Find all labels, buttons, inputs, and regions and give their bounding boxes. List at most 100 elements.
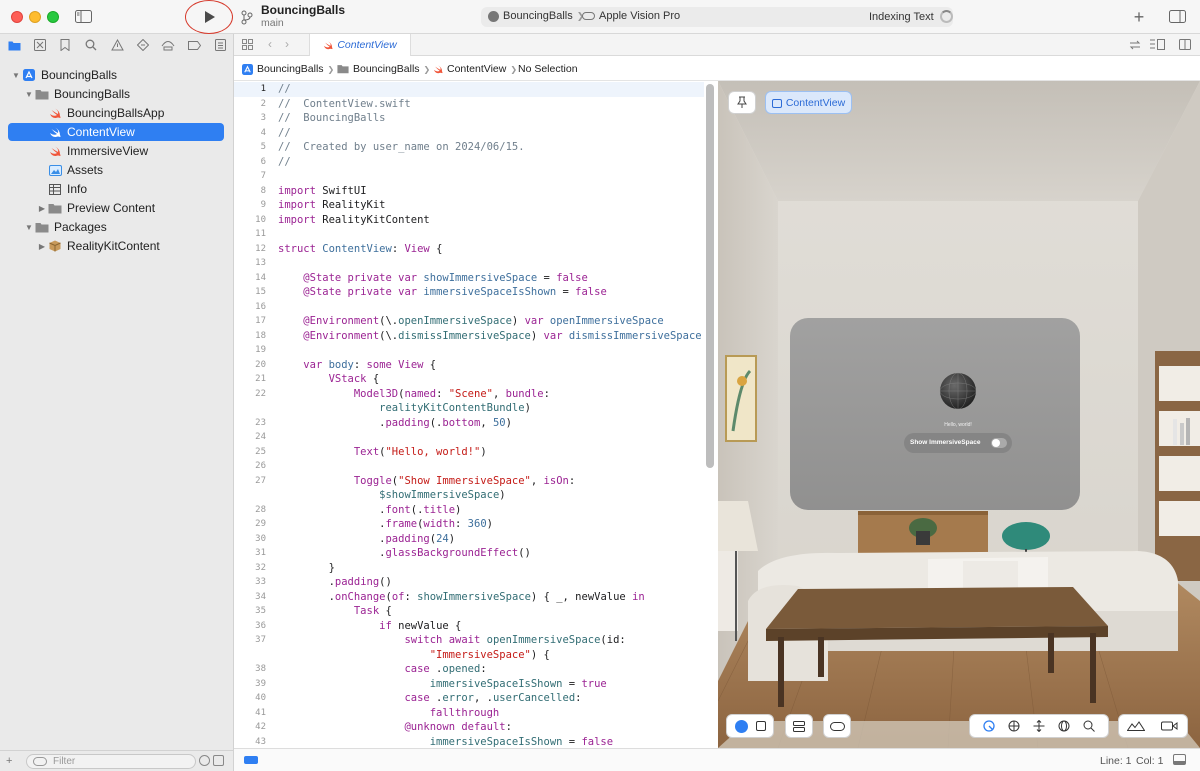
orbit-icon[interactable] bbox=[1008, 720, 1020, 732]
nav-item-preview-content[interactable]: ▶ Preview Content bbox=[8, 199, 224, 217]
add-plus-icon[interactable]: + bbox=[1131, 7, 1147, 27]
nav-item-contentview[interactable]: ContentView bbox=[8, 123, 224, 141]
selectable-preview-icon[interactable] bbox=[755, 721, 766, 731]
breadcrumb-symbol[interactable]: No Selection bbox=[518, 63, 578, 75]
swift-file-icon bbox=[324, 40, 333, 49]
branch-icon bbox=[240, 9, 254, 25]
line-number: 6 bbox=[260, 156, 266, 167]
nav-item-assets[interactable]: Assets bbox=[8, 161, 224, 179]
breadcrumb-label: ContentView bbox=[447, 63, 507, 75]
source-control-filter-icon[interactable] bbox=[213, 755, 224, 766]
line-number: 26 bbox=[255, 461, 266, 471]
nav-item-label: Preview Content bbox=[67, 201, 156, 215]
line-number: 33 bbox=[255, 577, 266, 587]
source-editor[interactable]: 1 2 3 4 5 6 7 8 9 10 11 12 13 14 15 16 17 18 19 20 21 22 23 24 2… bbox=[234, 81, 718, 748]
nav-item-realitykitcontent[interactable]: ▶ RealityKitContent bbox=[8, 237, 224, 255]
line-number: 5 bbox=[260, 142, 266, 152]
editor-status-bar: Line: 1 Col: 1 bbox=[234, 748, 1200, 771]
nav-item-group[interactable]: ▼ BouncingBalls bbox=[8, 85, 224, 103]
split-arrows-icon[interactable] bbox=[1129, 39, 1141, 53]
debug-gauge-icon[interactable] bbox=[161, 38, 175, 52]
nav-item-label: Packages bbox=[54, 220, 107, 234]
disclosure-closed-icon[interactable]: ▶ bbox=[36, 242, 48, 251]
editor-tab-bar: ‹ › ContentView bbox=[234, 34, 1200, 56]
test-diamond-icon[interactable] bbox=[136, 38, 150, 52]
toggle-inspector-icon[interactable] bbox=[1168, 9, 1187, 24]
line-number: 21 bbox=[255, 374, 266, 384]
find-magnifier-icon[interactable] bbox=[84, 38, 98, 52]
package-icon bbox=[48, 240, 62, 252]
bookmark-icon[interactable] bbox=[58, 38, 72, 52]
navigate-back-chevron-icon[interactable]: ‹ bbox=[268, 37, 272, 51]
disclosure-closed-icon[interactable]: ▶ bbox=[36, 204, 48, 213]
live-preview-icon[interactable] bbox=[734, 719, 748, 733]
scheme-selector[interactable]: BouncingBalls ❯ bbox=[488, 10, 584, 22]
report-list-icon[interactable] bbox=[213, 38, 227, 52]
zoom-window-button[interactable] bbox=[47, 11, 59, 23]
breakpoint-icon[interactable] bbox=[187, 38, 201, 52]
editor-vertical-scrollbar[interactable] bbox=[706, 84, 714, 468]
project-navigator: ▼ BouncingBalls ▼ BouncingBalls Bouncing… bbox=[0, 34, 234, 771]
variants-icon bbox=[793, 720, 805, 732]
disclosure-open-icon[interactable]: ▼ bbox=[23, 223, 35, 232]
nav-item-info[interactable]: Info bbox=[8, 180, 224, 198]
line-number: 23 bbox=[255, 417, 266, 428]
related-items-grid-icon[interactable] bbox=[242, 39, 253, 53]
add-editor-split-icon[interactable] bbox=[1179, 39, 1191, 53]
line-number: 28 bbox=[255, 504, 266, 515]
breadcrumb-file[interactable]: ContentView ❯ bbox=[433, 63, 517, 75]
variants-button[interactable] bbox=[785, 714, 813, 738]
vision-pro-icon bbox=[582, 12, 595, 20]
debug-area-toggle-icon[interactable] bbox=[244, 756, 258, 764]
minimize-window-button[interactable] bbox=[29, 11, 41, 23]
tab-label: ContentView bbox=[337, 39, 397, 51]
preview-canvas[interactable]: Hello, world! Show ImmersiveSpace Conten… bbox=[718, 81, 1200, 748]
line-number: 34 bbox=[255, 591, 266, 602]
source-control-icon[interactable] bbox=[33, 38, 47, 52]
editor-options-icon[interactable] bbox=[1150, 39, 1165, 53]
zoom-magnifier-icon[interactable] bbox=[1083, 720, 1096, 732]
swift-file-icon bbox=[48, 107, 62, 119]
camera-video-icon[interactable] bbox=[1161, 721, 1179, 731]
line-number: 17 bbox=[255, 316, 266, 326]
chevron-right-icon: ❯ bbox=[327, 64, 335, 74]
nav-item-immersiveview[interactable]: ImmersiveView bbox=[8, 142, 224, 160]
preview-mode-group bbox=[726, 714, 774, 738]
pin-preview-button[interactable] bbox=[728, 91, 756, 114]
navigator-filter-field[interactable]: Filter bbox=[26, 754, 196, 769]
immersive-toggle-label[interactable]: Show ImmersiveSpace bbox=[910, 439, 980, 446]
add-file-plus-icon[interactable]: + bbox=[6, 755, 12, 767]
toggle-navigator-icon[interactable] bbox=[74, 9, 92, 23]
chevron-right-icon: ❯ bbox=[510, 64, 518, 74]
device-settings-button[interactable] bbox=[823, 714, 851, 738]
interact-cursor-icon[interactable] bbox=[982, 720, 995, 732]
nav-item-bouncingballsapp[interactable]: BouncingBallsApp bbox=[8, 104, 224, 122]
destination-label: Apple Vision Pro bbox=[599, 10, 681, 22]
disclosure-open-icon[interactable]: ▼ bbox=[10, 71, 22, 80]
line-number: 3 bbox=[260, 113, 266, 123]
preview-selector-button[interactable]: ContentView bbox=[765, 91, 852, 114]
tab-contentview[interactable]: ContentView bbox=[309, 34, 411, 56]
pan-arrows-icon[interactable] bbox=[1033, 720, 1045, 732]
line-number: 30 bbox=[255, 533, 266, 544]
globe-icon[interactable] bbox=[1058, 720, 1070, 732]
line-number: 20 bbox=[255, 359, 266, 370]
recent-files-clock-icon[interactable] bbox=[199, 755, 210, 766]
nav-item-project[interactable]: ▼ BouncingBalls bbox=[8, 66, 224, 84]
line-number: 19 bbox=[255, 345, 266, 355]
line-number: 39 bbox=[255, 678, 266, 689]
toggle-debug-area-icon[interactable] bbox=[1173, 754, 1186, 765]
close-window-button[interactable] bbox=[11, 11, 23, 23]
code-text[interactable]: // // ContentView.swift // BouncingBalls… bbox=[278, 81, 702, 748]
issue-warning-icon[interactable] bbox=[110, 38, 124, 52]
destination-selector[interactable]: Apple Vision Pro bbox=[582, 10, 680, 22]
nav-item-packages[interactable]: ▼ Packages bbox=[8, 218, 224, 236]
disclosure-open-icon[interactable]: ▼ bbox=[23, 90, 35, 99]
line-number: 27 bbox=[255, 475, 266, 486]
navigate-forward-chevron-icon[interactable]: › bbox=[285, 37, 289, 51]
mountains-icon[interactable] bbox=[1127, 721, 1145, 731]
line-number: 11 bbox=[255, 229, 266, 239]
project-navigator-folder-icon[interactable] bbox=[7, 38, 21, 52]
breadcrumb-group[interactable]: BouncingBalls ❯ bbox=[337, 63, 430, 75]
breadcrumb-project[interactable]: BouncingBalls ❯ bbox=[242, 63, 334, 75]
